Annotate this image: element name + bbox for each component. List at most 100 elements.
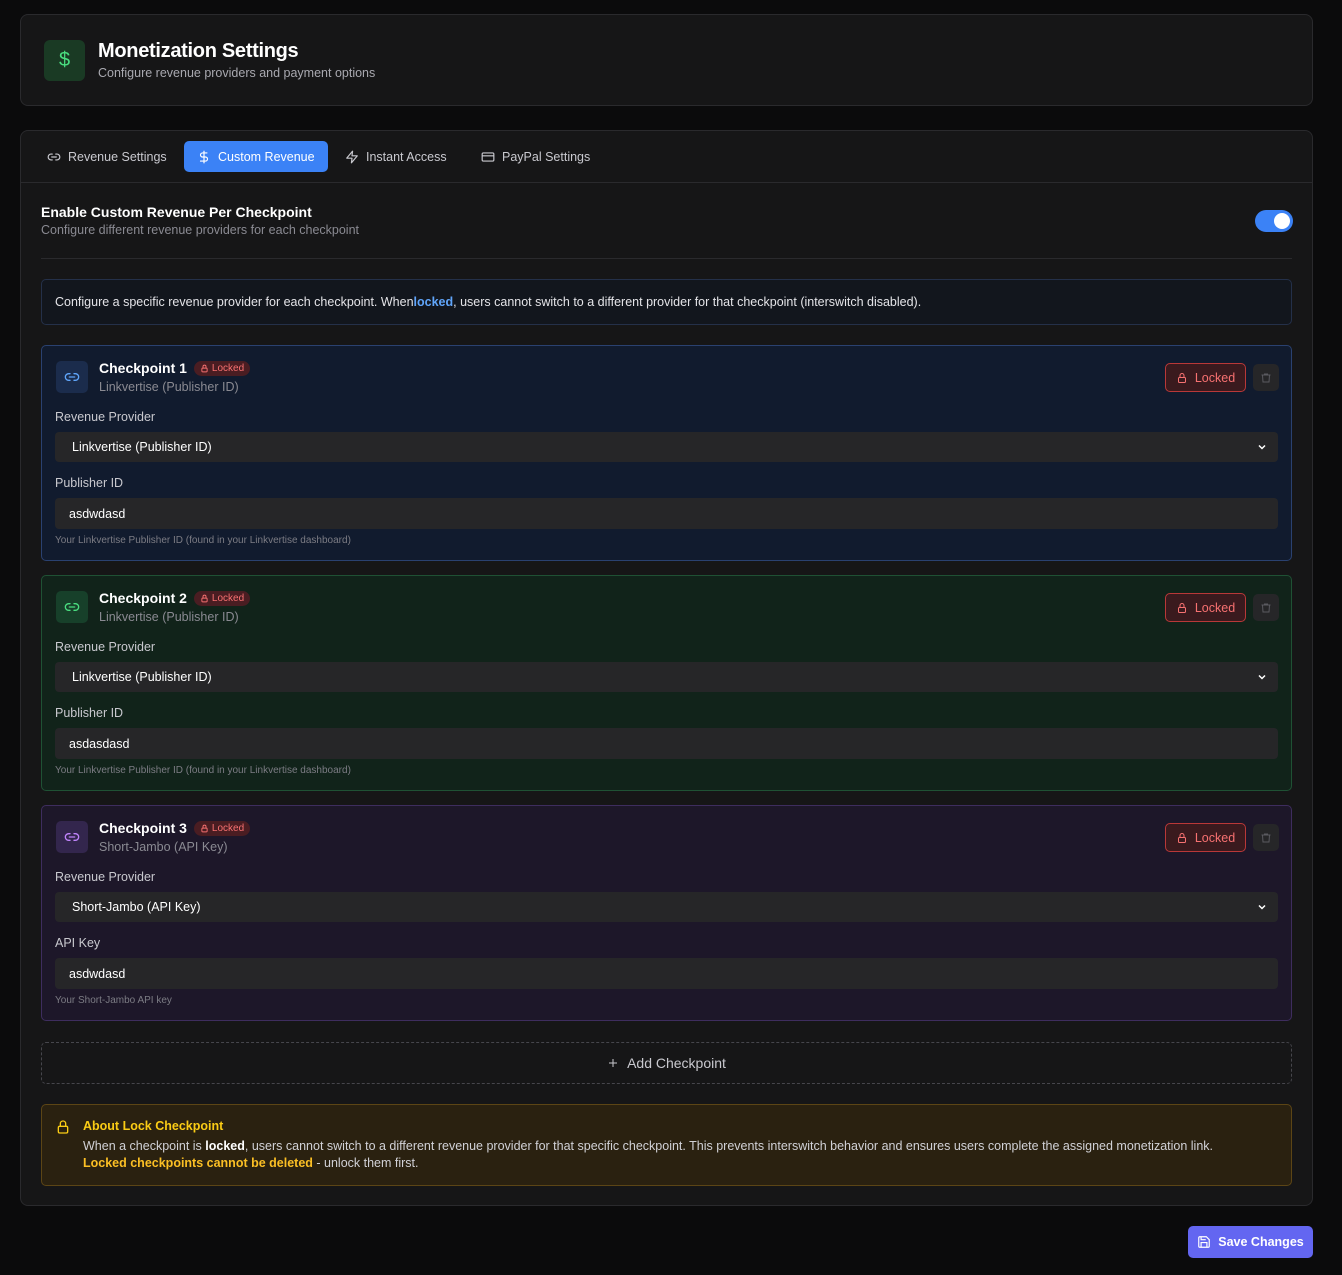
checkpoint-title: Checkpoint 3 Locked	[99, 820, 251, 836]
locked-badge-label: Locked	[211, 592, 245, 604]
about-warning-bold: Locked checkpoints cannot be deleted	[83, 1156, 313, 1170]
checkpoint-subtitle: Linkvertise (Publisher ID)	[99, 610, 239, 624]
delete-checkpoint-button[interactable]	[1253, 364, 1279, 391]
publisher-id-input[interactable]: asdasdasd	[55, 728, 1278, 759]
zap-icon	[346, 150, 358, 163]
api-key-input[interactable]: asdwdasd	[55, 958, 1278, 989]
checkpoint-card-2: Checkpoint 2 Locked Linkvertise (Publish…	[41, 575, 1292, 791]
plus-icon	[609, 1059, 618, 1067]
lock-icon	[55, 1119, 71, 1140]
checkpoint-subtitle: Short-Jambo (API Key)	[99, 840, 228, 854]
custom-revenue-subtitle: Configure different revenue providers fo…	[41, 223, 360, 237]
checkpoint-title-text: Checkpoint 3	[99, 820, 187, 836]
lock-toggle-button[interactable]: Locked	[1165, 363, 1246, 392]
info-text-after: , users cannot switch to a different pro…	[453, 295, 922, 309]
about-warning: Locked checkpoints cannot be deleted - u…	[83, 1156, 419, 1170]
page-title: Monetization Settings	[98, 40, 299, 62]
tab-bar: Revenue Settings Custom Revenue Instant …	[21, 131, 1312, 183]
publisher-id-input[interactable]: asdwdasd	[55, 498, 1278, 529]
checkpoint-title: Checkpoint 1 Locked	[99, 360, 251, 376]
chevron-down-icon	[1258, 904, 1266, 910]
credit-card-icon	[481, 151, 495, 162]
page-subtitle: Configure revenue providers and payment …	[98, 66, 376, 80]
save-changes-button[interactable]: Save Changes	[1188, 1226, 1313, 1258]
lock-icon	[201, 364, 208, 372]
publisher-id-label: Publisher ID	[55, 476, 124, 490]
checkpoint-title: Checkpoint 2 Locked	[99, 590, 251, 606]
tab-label: PayPal Settings	[502, 149, 591, 164]
revenue-provider-select[interactable]: Linkvertise (Publisher ID)	[55, 662, 1278, 692]
select-value: Linkvertise (Publisher ID)	[72, 670, 212, 684]
chevron-down-icon	[1258, 444, 1266, 450]
lock-icon	[201, 594, 208, 602]
locked-badge: Locked	[193, 820, 251, 836]
about-text: - unlock them first.	[312, 1156, 419, 1170]
info-text-before: Configure a specific revenue provider fo…	[55, 295, 414, 309]
tab-label: Revenue Settings	[68, 149, 167, 164]
locked-badge: Locked	[193, 590, 251, 606]
lock-icon	[1177, 372, 1186, 383]
add-checkpoint-button[interactable]: Add Checkpoint	[41, 1042, 1292, 1084]
settings-panel: Revenue Settings Custom Revenue Instant …	[20, 130, 1313, 1206]
tab-paypal-settings[interactable]: PayPal Settings	[468, 141, 603, 172]
lock-button-label: Locked	[1194, 370, 1236, 385]
add-checkpoint-label: Add Checkpoint	[627, 1055, 726, 1071]
about-description: When a checkpoint is locked, users canno…	[83, 1139, 1213, 1153]
lock-icon	[201, 824, 208, 832]
checkpoint-card-3: Checkpoint 3 Locked Short-Jambo (API Key…	[41, 805, 1292, 1021]
lock-icon	[1177, 832, 1186, 843]
link-icon	[56, 591, 88, 623]
select-value: Linkvertise (Publisher ID)	[72, 440, 212, 454]
save-icon	[1198, 1236, 1211, 1248]
about-lock-notice: About Lock Checkpoint When a checkpoint …	[41, 1104, 1292, 1186]
about-bold: locked	[205, 1139, 245, 1153]
publisher-id-label: Publisher ID	[55, 706, 124, 720]
toggle-knob	[1274, 213, 1290, 229]
about-title: About Lock Checkpoint	[83, 1119, 224, 1133]
select-value: Short-Jambo (API Key)	[72, 900, 201, 914]
info-highlight: locked	[413, 295, 454, 309]
tab-custom-revenue[interactable]: Custom Revenue	[184, 141, 328, 172]
tab-revenue-settings[interactable]: Revenue Settings	[34, 141, 180, 172]
field-hint: Your Linkvertise Publisher ID (found in …	[55, 535, 351, 546]
revenue-provider-select[interactable]: Short-Jambo (API Key)	[55, 892, 1278, 922]
dollar-icon	[199, 150, 209, 163]
locked-badge: Locked	[193, 360, 251, 376]
link-icon	[56, 361, 88, 393]
divider	[41, 258, 1292, 259]
checkpoint-card-1: Checkpoint 1 Locked Linkvertise (Publish…	[41, 345, 1292, 561]
field-hint: Your Linkvertise Publisher ID (found in …	[55, 765, 351, 776]
info-box: Configure a specific revenue provider fo…	[41, 279, 1292, 325]
lock-toggle-button[interactable]: Locked	[1165, 593, 1246, 622]
dollar-icon: $	[44, 40, 85, 81]
tab-label: Custom Revenue	[218, 149, 315, 164]
revenue-provider-label: Revenue Provider	[55, 410, 156, 424]
trash-icon	[1261, 833, 1271, 842]
api-key-label: API Key	[55, 936, 101, 950]
about-text: , users cannot switch to a different rev…	[244, 1139, 1214, 1153]
delete-checkpoint-button[interactable]	[1253, 824, 1279, 851]
lock-toggle-button[interactable]: Locked	[1165, 823, 1246, 852]
locked-badge-label: Locked	[211, 822, 245, 834]
revenue-provider-select[interactable]: Linkvertise (Publisher ID)	[55, 432, 1278, 462]
locked-badge-label: Locked	[211, 362, 245, 374]
about-text: When a checkpoint is	[83, 1139, 206, 1153]
lock-button-label: Locked	[1194, 830, 1236, 845]
tab-label: Instant Access	[366, 149, 447, 164]
checkpoint-title-text: Checkpoint 1	[99, 360, 187, 376]
link-icon	[56, 821, 88, 853]
save-button-label: Save Changes	[1218, 1235, 1304, 1249]
checkpoint-title-text: Checkpoint 2	[99, 590, 187, 606]
checkpoint-subtitle: Linkvertise (Publisher ID)	[99, 380, 239, 394]
trash-icon	[1261, 373, 1271, 382]
trash-icon	[1261, 603, 1271, 612]
field-hint: Your Short-Jambo API key	[55, 995, 172, 1006]
delete-checkpoint-button[interactable]	[1253, 594, 1279, 621]
revenue-provider-label: Revenue Provider	[55, 640, 156, 654]
lock-icon	[1177, 602, 1186, 613]
link-icon	[47, 153, 61, 160]
chevron-down-icon	[1258, 674, 1266, 680]
tab-instant-access[interactable]: Instant Access	[332, 141, 460, 172]
custom-revenue-toggle[interactable]	[1255, 210, 1293, 232]
custom-revenue-title: Enable Custom Revenue Per Checkpoint	[41, 204, 312, 220]
